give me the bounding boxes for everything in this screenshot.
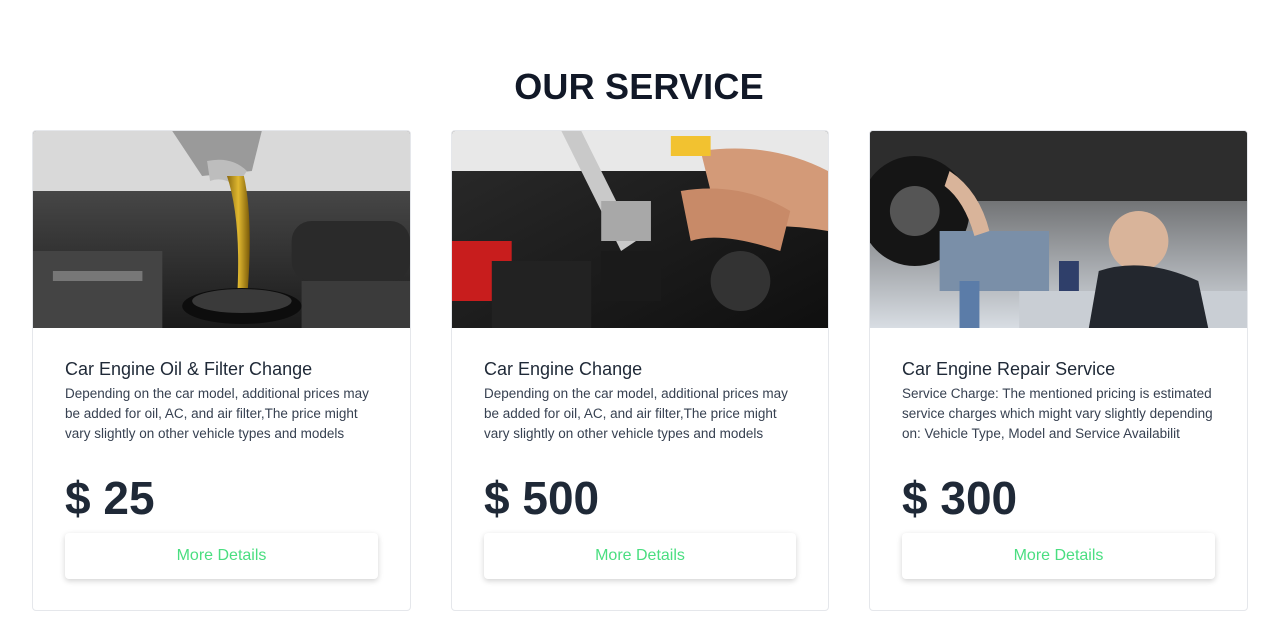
card-price: $ 500: [484, 472, 600, 524]
card-price: $ 25: [65, 472, 155, 524]
service-card-oil-change: Car Engine Oil & Filter Change Depending…: [32, 130, 411, 611]
more-details-button[interactable]: More Details: [65, 533, 378, 579]
engine-repair-image: [870, 131, 1247, 328]
oil-change-image: [33, 131, 410, 328]
engine-change-image: [452, 131, 828, 328]
service-card-engine-repair: Car Engine Repair Service Service Charge…: [869, 130, 1248, 611]
card-description: Service Charge: The mentioned pricing is…: [902, 386, 1213, 441]
more-details-button[interactable]: More Details: [902, 533, 1215, 579]
card-title: Car Engine Oil & Filter Change: [65, 359, 313, 379]
service-card-engine-change: Car Engine Change Depending on the car m…: [451, 130, 829, 611]
card-title: Car Engine Repair Service: [902, 359, 1116, 379]
card-title: Car Engine Change: [484, 359, 643, 379]
card-description: Depending on the car model, additional p…: [65, 386, 369, 441]
more-details-button[interactable]: More Details: [484, 533, 796, 579]
card-description: Depending on the car model, additional p…: [484, 386, 788, 441]
services-section: OUR SERVICE Car Engine Oil & Filter Chan…: [0, 0, 1278, 637]
section-title: OUR SERVICE: [514, 66, 764, 107]
card-price: $ 300: [902, 472, 1018, 524]
